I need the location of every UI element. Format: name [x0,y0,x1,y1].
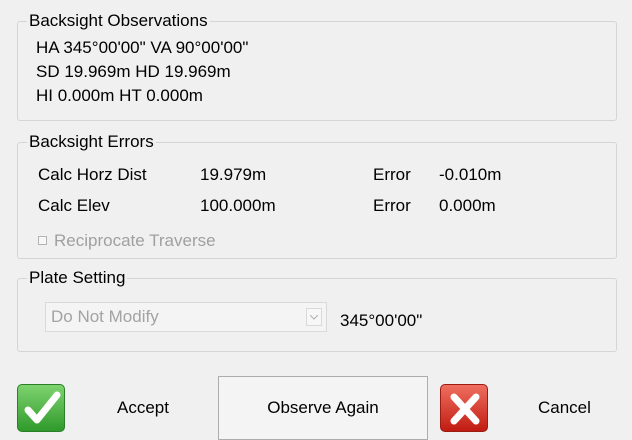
plate-angle-value: 345°00'00" [340,311,423,330]
horz-error-value: -0.010m [439,165,502,184]
calc-horz-dist-label: Calc Horz Dist [38,165,147,184]
calc-elev-value: 100.000m [200,196,276,215]
x-icon [440,384,488,432]
plate-setting-title: Plate Setting [27,267,128,289]
calc-horz-dist-value: 19.979m [200,165,267,184]
calc-elev-label: Calc Elev [38,196,110,215]
elev-error-value: 0.000m [439,196,496,215]
plate-setting-dropdown[interactable]: Do Not Modify [45,302,327,332]
backsight-observations-title: Backsight Observations [27,10,210,32]
ha-va-readout: HA 345°00'00" VA 90°00'00" [36,38,249,57]
cancel-label: Cancel [538,398,591,417]
observe-again-button[interactable]: Observe Again [218,376,428,440]
accept-button[interactable]: Accept [0,376,210,440]
sd-hd-readout: SD 19.969m HD 19.969m [36,62,231,81]
checkmark-icon [17,384,65,432]
cancel-button[interactable]: Cancel [428,376,632,440]
hi-ht-readout: HI 0.000m HT 0.000m [36,86,203,105]
elev-error-label: Error [373,196,411,215]
chevron-down-icon[interactable] [306,308,322,326]
accept-label: Accept [117,398,169,417]
button-bar: Accept Observe Again Cancel [0,376,632,440]
plate-setting-selected: Do Not Modify [51,307,159,326]
observe-again-label: Observe Again [267,398,379,417]
backsight-errors-group: Backsight Errors Calc Horz Dist 19.979m … [17,131,617,259]
backsight-errors-title: Backsight Errors [27,131,156,153]
horz-error-label: Error [373,165,411,184]
plate-setting-group: Plate Setting Do Not Modify 345°00'00" [17,267,617,352]
backsight-observations-group: Backsight Observations HA 345°00'00" VA … [17,10,617,121]
reciprocate-traverse-label: Reciprocate Traverse [54,231,216,250]
checkbox-box[interactable] [38,236,47,245]
reciprocate-traverse-checkbox[interactable]: Reciprocate Traverse [38,231,216,251]
